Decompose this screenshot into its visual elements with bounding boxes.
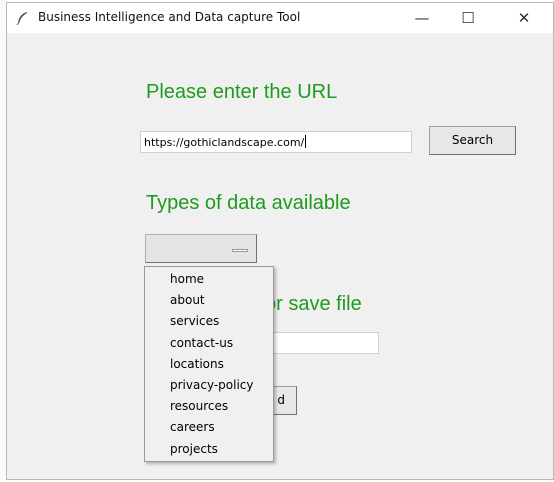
window-title: Business Intelligence and Data capture T…: [38, 10, 301, 24]
save-file-heading: or save file: [265, 293, 362, 315]
close-button[interactable]: ✕: [501, 3, 547, 33]
url-input-value: https://gothiclandscape.com/: [144, 136, 305, 149]
menu-item-services[interactable]: services: [145, 311, 273, 332]
text-caret: [305, 135, 307, 148]
title-bar: Business Intelligence and Data capture T…: [7, 3, 553, 33]
search-button[interactable]: Search: [429, 126, 516, 155]
save-file-input[interactable]: [269, 332, 379, 354]
menu-item-contact-us[interactable]: contact-us: [145, 333, 273, 354]
menu-item-resources[interactable]: resources: [145, 396, 273, 417]
data-type-select[interactable]: [145, 234, 257, 263]
menu-item-careers[interactable]: careers: [145, 417, 273, 438]
menu-item-about[interactable]: about: [145, 290, 273, 311]
menu-item-locations[interactable]: locations: [145, 354, 273, 375]
menu-item-projects[interactable]: projects: [145, 439, 273, 460]
option-menu-indicator-icon: [232, 249, 248, 252]
menu-item-home[interactable]: home: [145, 269, 273, 290]
url-input[interactable]: https://gothiclandscape.com/: [140, 131, 412, 153]
feather-icon: [16, 12, 27, 25]
maximize-button[interactable]: ☐: [445, 3, 491, 33]
types-heading: Types of data available: [146, 192, 351, 214]
url-heading: Please enter the URL: [146, 81, 338, 103]
data-type-dropdown-menu: home about services contact-us locations…: [144, 266, 274, 462]
menu-item-privacy-policy[interactable]: privacy-policy: [145, 375, 273, 396]
minimize-button[interactable]: —: [399, 3, 445, 33]
main-content: Please enter the URL https://gothiclands…: [7, 33, 553, 479]
app-window: Business Intelligence and Data capture T…: [6, 2, 554, 480]
